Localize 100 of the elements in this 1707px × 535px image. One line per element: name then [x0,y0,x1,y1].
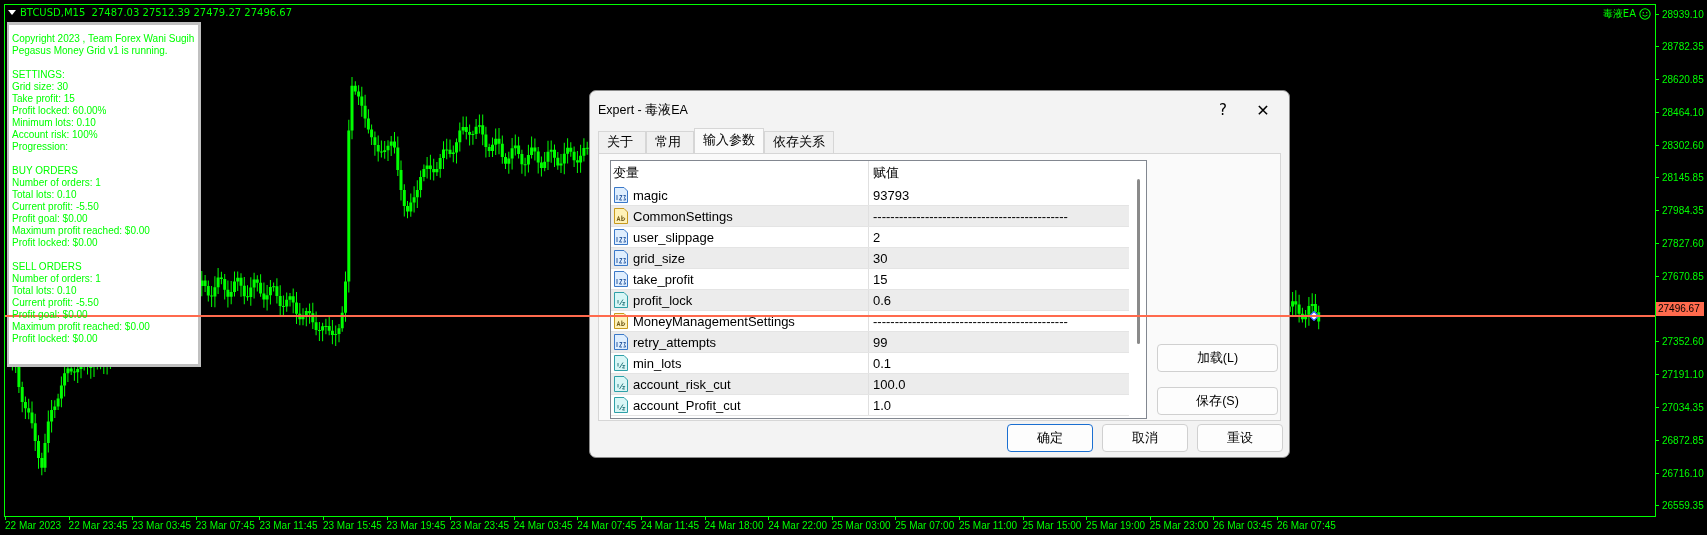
price-label: 28782.35 [1662,41,1704,53]
dropdown-triangle-icon[interactable] [8,10,16,15]
info-text: Profit locked: $0.00 [12,333,98,345]
time-label: 26 Mar 07:45 [1276,520,1337,531]
parameter-name: MoneyManagementSettings [633,313,795,329]
price-label: 27670.85 [1662,270,1704,282]
diamond-marker-icon [1309,311,1319,321]
table-row[interactable]: retry_attempts 99 [611,332,1129,353]
integer-type-icon [613,249,629,267]
expert-name: 毒液EA [1602,7,1636,21]
fraction-type-icon [613,354,629,372]
parameter-name: take_profit [633,271,694,287]
tab[interactable]: 输入参数 [694,128,764,153]
info-text: Maximum profit reached: $0.00 [12,225,150,237]
current-price-tag: 27496.67 [1656,302,1704,317]
column-header[interactable]: 赋值 [869,161,1129,185]
time-label: 24 Mar 03:45 [513,520,574,531]
close-button[interactable]: ✕ [1243,95,1283,125]
price-label: 27352.60 [1662,336,1704,348]
fraction-type-icon [613,291,629,309]
time-label: 24 Mar 11:45 [640,520,701,531]
price-label: 27827.60 [1662,238,1704,250]
table-row[interactable]: grid_size 30 [611,248,1129,269]
info-text: SETTINGS: [12,69,65,81]
time-label: 23 Mar 11:45 [259,520,319,531]
time-label: 26 Mar 03:45 [1213,520,1274,531]
parameter-value: 0.1 [873,355,892,371]
help-button[interactable]: ? [1203,95,1243,125]
info-text: Number of orders: 1 [12,177,101,189]
integer-type-icon [613,333,629,351]
parameter-name: grid_size [633,250,686,266]
smiley-icon [1639,8,1651,20]
price-label: 28620.85 [1662,74,1704,86]
table-row[interactable]: account_risk_cut 100.0 [611,374,1129,395]
window-title: Expert - 毒液EA [598,101,689,119]
integer-type-icon [613,270,629,288]
string-type-icon [613,207,629,225]
info-text: Total lots: 0.10 [12,189,77,201]
time-label: 25 Mar 11:00 [958,520,1019,531]
price-label: 28145.85 [1662,172,1704,184]
tab[interactable]: 常用 [646,131,694,153]
info-text: Total lots: 0.10 [12,285,77,297]
table-row[interactable]: profit_lock 0.6 [611,290,1129,311]
time-label: 23 Mar 07:45 [195,520,256,531]
price-label: 28302.60 [1662,139,1704,151]
time-label: 25 Mar 19:00 [1086,520,1147,531]
info-text: Maximum profit reached: $0.00 [12,321,150,333]
time-label: 25 Mar 07:00 [895,520,956,531]
price-label: 28939.10 [1662,8,1704,20]
info-text: Profit locked: $0.00 [12,237,98,249]
parameter-value: --------------------------------------------- [873,313,1068,329]
info-text: Pegasus Money Grid v1 is running. [12,45,168,57]
table-row[interactable]: CommonSettings --------------------------------------------- [611,206,1129,227]
symbol-quote: BTCUSD,M15 27487.03 27512.39 27479.27 27496.67 [20,6,293,19]
info-text: Profit goal: $0.00 [12,213,88,225]
price-label: 26872.85 [1662,434,1704,446]
info-text: Grid size: 30 [12,81,69,93]
fraction-type-icon [613,396,629,414]
info-text: Minimum lots: 0.10 [12,117,96,129]
info-text: Take profit: 15 [12,93,75,105]
column-header[interactable]: 变量 [611,161,869,185]
fraction-type-icon [613,375,629,393]
time-label: 25 Mar 15:00 [1022,520,1083,531]
parameter-value: 0.6 [873,292,892,308]
price-label: 27034.35 [1662,402,1704,414]
time-label: 23 Mar 23:45 [450,520,511,531]
parameter-name: profit_lock [633,292,693,308]
parameter-name: account_risk_cut [633,376,731,392]
dialog-button[interactable]: 确定 [1007,424,1093,452]
integer-type-icon [613,228,629,246]
time-label: 23 Mar 15:45 [322,520,383,531]
price-label: 27191.10 [1662,369,1704,381]
dialog-button[interactable]: 取消 [1102,424,1188,452]
info-text: Profit locked: 60.00% [12,105,107,117]
scrollbar-thumb[interactable] [1137,179,1140,344]
dialog-button[interactable]: 加载(L) [1157,344,1278,372]
time-label: 23 Mar 03:45 [132,520,193,531]
parameter-value: 100.0 [873,376,906,392]
parameter-value: --------------------------------------------- [873,208,1068,224]
dialog-button[interactable]: 保存(S) [1157,387,1278,415]
time-label: 23 Mar 19:45 [386,520,447,531]
tab[interactable]: 关于 [598,131,646,153]
parameter-name: account_Profit_cut [633,397,741,413]
info-text: Number of orders: 1 [12,273,101,285]
info-text: Account risk: 100% [12,129,98,141]
parameter-name: retry_attempts [633,334,717,350]
tab[interactable]: 依存关系 [764,131,834,153]
parameter-name: user_slippage [633,229,714,245]
parameter-value: 93793 [873,187,910,203]
parameter-value: 30 [873,250,888,266]
price-label: 27984.35 [1662,205,1704,217]
parameter-value: 2 [873,229,881,245]
parameter-value: 99 [873,334,888,350]
parameter-value: 15 [873,271,888,287]
table-row[interactable]: account_Profit_cut 1.0 [611,395,1129,416]
dialog-button[interactable]: 重设 [1197,424,1283,452]
info-text: Progression: [12,141,69,153]
time-label: 24 Mar 07:45 [577,520,638,531]
parameter-name: magic [633,187,668,203]
parameter-name: min_lots [633,355,682,371]
